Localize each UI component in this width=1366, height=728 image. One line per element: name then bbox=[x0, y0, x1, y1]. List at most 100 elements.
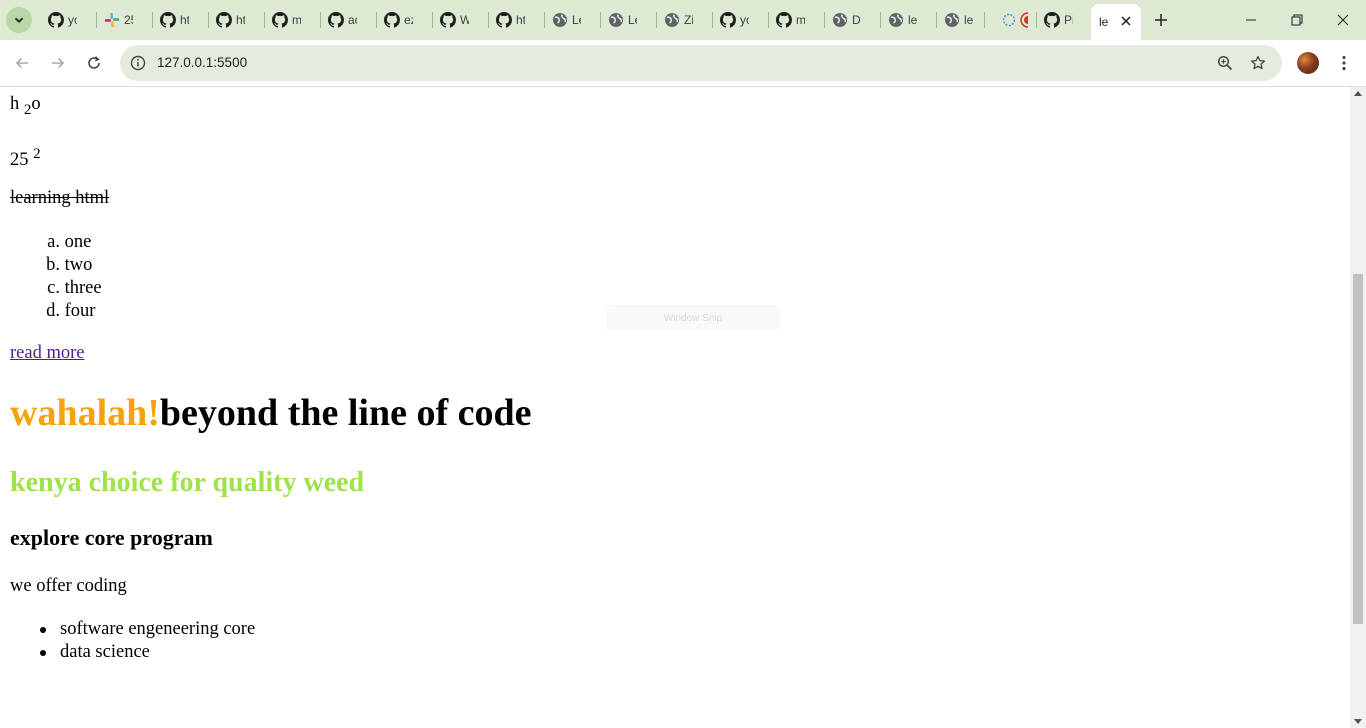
tab-github[interactable]: ac bbox=[324, 6, 376, 34]
github-icon bbox=[216, 12, 232, 28]
tab-github[interactable]: Pi bbox=[1040, 6, 1092, 34]
strikethrough-text: learning html bbox=[10, 188, 110, 208]
tab-title: ht bbox=[516, 13, 525, 27]
tab-search-button[interactable] bbox=[6, 7, 32, 33]
tab-separator bbox=[984, 12, 985, 28]
tab-globe[interactable]: Le bbox=[604, 6, 656, 34]
tab-title: ac bbox=[348, 13, 357, 27]
minimize-icon bbox=[1246, 19, 1256, 21]
extension-record-icon bbox=[992, 12, 1028, 28]
tab-github[interactable]: W bbox=[436, 6, 488, 34]
url-text[interactable]: 127.0.0.1:5500 bbox=[157, 55, 247, 70]
tab-separator bbox=[488, 12, 489, 28]
menu-button[interactable] bbox=[1330, 49, 1358, 77]
github-icon bbox=[776, 12, 792, 28]
tab-title: Pi bbox=[1064, 13, 1073, 27]
tab-separator bbox=[712, 12, 713, 28]
github-icon bbox=[440, 12, 456, 28]
address-bar[interactable]: 127.0.0.1:5500 bbox=[120, 45, 1282, 81]
tab-title: yc bbox=[740, 13, 749, 27]
paragraph-square: 25 2 bbox=[10, 146, 41, 171]
globe-icon bbox=[944, 12, 960, 28]
tab-active[interactable]: le bbox=[1091, 4, 1141, 40]
tab-extension-record[interactable] bbox=[988, 6, 1036, 34]
tab-title: D bbox=[852, 13, 861, 27]
section-heading: explore core program bbox=[10, 525, 213, 550]
unordered-list: software engeneering core data science bbox=[10, 618, 255, 664]
list-marker: d. bbox=[46, 301, 60, 321]
scrollbar-thumb[interactable] bbox=[1353, 274, 1363, 624]
tab-separator bbox=[264, 12, 265, 28]
list-item: software engeneering core bbox=[10, 618, 255, 641]
tab-title: ht bbox=[236, 13, 245, 27]
list-item: c. three bbox=[10, 277, 102, 300]
new-tab-button[interactable] bbox=[1149, 8, 1173, 32]
browser-toolbar: 127.0.0.1:5500 bbox=[0, 40, 1366, 87]
tab-title: ez bbox=[404, 13, 413, 27]
tab-separator bbox=[656, 12, 657, 28]
list-item-text: three bbox=[64, 278, 102, 298]
tab-title: le bbox=[1099, 15, 1109, 29]
github-icon bbox=[272, 12, 288, 28]
list-marker: b. bbox=[46, 255, 60, 275]
tab-globe[interactable]: D bbox=[828, 6, 880, 34]
github-icon bbox=[384, 12, 400, 28]
list-marker: c. bbox=[47, 278, 60, 298]
vertical-scrollbar[interactable] bbox=[1350, 87, 1366, 728]
tab-github[interactable]: ht bbox=[156, 6, 208, 34]
close-tab-icon[interactable] bbox=[1119, 14, 1133, 28]
tab-title: W bbox=[460, 13, 469, 27]
scroll-up-arrow-icon[interactable] bbox=[1354, 91, 1362, 96]
main-heading: wahalah!beyond the line of code bbox=[10, 391, 531, 435]
more-vert-icon bbox=[1342, 55, 1346, 71]
tab-github[interactable]: ht bbox=[212, 6, 264, 34]
site-info-icon[interactable] bbox=[128, 53, 148, 73]
bookmark-star-icon[interactable] bbox=[1248, 53, 1268, 73]
tab-github[interactable]: ht bbox=[492, 6, 544, 34]
tab-globe[interactable]: Zi bbox=[660, 6, 712, 34]
list-item: a. one bbox=[10, 231, 102, 254]
tab-github[interactable]: ez bbox=[380, 6, 432, 34]
tab-github[interactable]: m bbox=[772, 6, 824, 34]
tab-github[interactable]: yc bbox=[44, 6, 96, 34]
minimize-button[interactable] bbox=[1228, 0, 1274, 40]
read-more-link[interactable]: read more bbox=[10, 343, 84, 364]
profile-avatar[interactable] bbox=[1297, 52, 1319, 74]
globe-icon bbox=[552, 12, 568, 28]
back-button[interactable] bbox=[8, 49, 36, 77]
scroll-down-arrow-icon[interactable] bbox=[1354, 719, 1362, 724]
tab-separator bbox=[152, 12, 153, 28]
tab-title: Le bbox=[628, 13, 637, 27]
close-window-button[interactable] bbox=[1320, 0, 1366, 40]
ordered-list: a. one b. two c. three d. four bbox=[10, 231, 102, 323]
chevron-down-icon bbox=[14, 17, 24, 23]
tab-slack[interactable]: 25 bbox=[100, 6, 152, 34]
reload-button[interactable] bbox=[80, 49, 108, 77]
globe-icon bbox=[608, 12, 624, 28]
restore-button[interactable] bbox=[1274, 0, 1320, 40]
tab-title: m bbox=[796, 13, 805, 27]
globe-icon bbox=[832, 12, 848, 28]
tab-separator bbox=[376, 12, 377, 28]
superscript-text: 2 bbox=[33, 146, 41, 162]
heading-rest: beyond the line of code bbox=[159, 392, 532, 434]
github-icon bbox=[328, 12, 344, 28]
tab-github[interactable]: m bbox=[268, 6, 320, 34]
tab-github[interactable]: yc bbox=[716, 6, 768, 34]
tab-title: ht bbox=[180, 13, 189, 27]
page-viewport: h 2o 25 2 learning html a. one b. two c.… bbox=[0, 87, 1350, 728]
restore-icon bbox=[1291, 14, 1303, 26]
tab-separator bbox=[880, 12, 881, 28]
tab-globe[interactable]: le bbox=[884, 6, 936, 34]
tab-strip: yc 25 ht ht m ac ez Wht Le Le Zi yc m Dle le Pi le bbox=[0, 0, 1366, 40]
github-icon bbox=[720, 12, 736, 28]
forward-button[interactable] bbox=[44, 49, 72, 77]
list-item: b. two bbox=[10, 254, 102, 277]
tab-title: le bbox=[964, 13, 973, 27]
globe-icon bbox=[664, 12, 680, 28]
tab-globe[interactable]: Le bbox=[548, 6, 600, 34]
snip-overlay: Window Snip bbox=[606, 305, 780, 331]
tab-separator bbox=[936, 12, 937, 28]
zoom-icon[interactable] bbox=[1215, 53, 1235, 73]
tab-separator bbox=[600, 12, 601, 28]
